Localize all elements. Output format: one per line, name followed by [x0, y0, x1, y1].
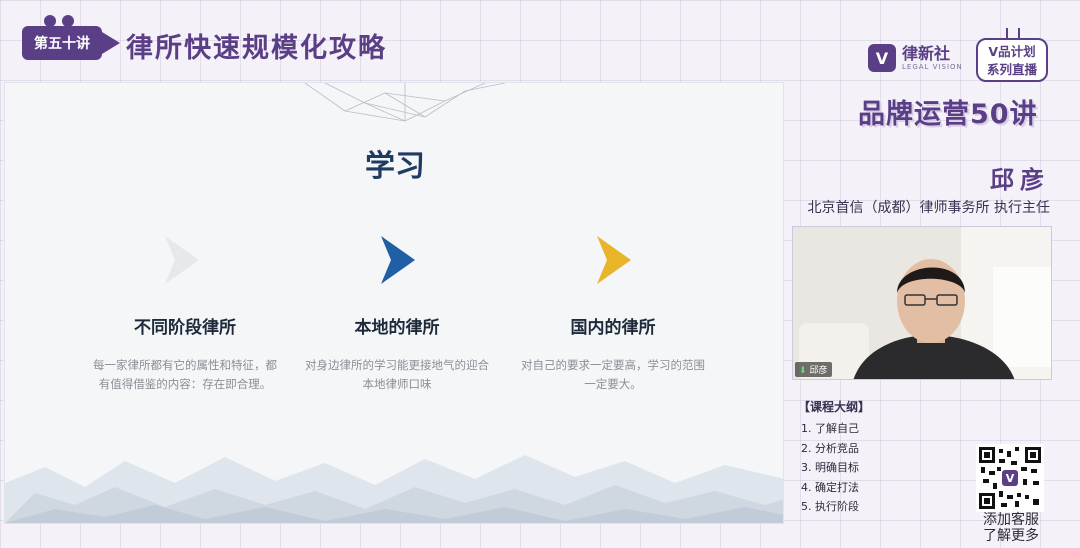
network-decoration-icon — [305, 83, 505, 122]
qr-code-icon: V — [979, 447, 1041, 509]
presentation-slide: 学习 不同阶段律所 每一家律所都有它的属性和特征，都有值得借鉴的内容：存在即合理… — [4, 82, 784, 524]
qr-caption-line2: 了解更多 — [983, 528, 1039, 544]
course-outline: 【课程大纲】 1. 了解自己 2. 分析竞品 3. 明确目标 4. 确定打法 5… — [798, 398, 870, 517]
brand-name: 律新社 — [902, 44, 951, 63]
chevron-grey-icon — [165, 236, 199, 284]
camera-lens-icon — [102, 32, 120, 54]
video-name-tag: ⬇ 邱彦 — [795, 362, 832, 377]
speaker-name: 邱彦 — [990, 166, 1050, 194]
live-badge-line1: V品计划 — [988, 44, 1036, 59]
timeline-arrow — [165, 236, 631, 284]
brand-logo: V 律新社 LEGAL VISION — [868, 44, 963, 72]
video-name-text: 邱彦 — [809, 366, 828, 376]
stage-heading: 国内的律所 — [570, 318, 656, 338]
lecture-number: 第五十讲 — [22, 26, 102, 60]
program-title: 品牌运营50讲 — [858, 99, 1038, 130]
tv-antenna-icon — [1006, 28, 1020, 38]
outline-heading: 【课程大纲】 — [798, 400, 871, 414]
stage-description: 对身边律所的学习能更接地气的迎合本地律师口味 — [305, 358, 489, 391]
qr-caption-line1: 添加客服 — [983, 512, 1039, 528]
stage-1: 不同阶段律所 每一家律所都有它的属性和特征，都有值得借鉴的内容：存在即合理。 — [85, 313, 285, 394]
live-series-badge: V品计划 系列直播 — [976, 28, 1048, 82]
low-poly-mountains-decoration — [5, 455, 783, 523]
outline-item: 2. 分析竞品 — [801, 441, 859, 455]
legal-vision-logo-icon: V — [868, 44, 896, 72]
speaker-video-feed[interactable]: ⬇ 邱彦 — [792, 226, 1052, 380]
mic-icon: ⬇ — [799, 366, 807, 376]
outline-item: 1. 了解自己 — [801, 422, 859, 435]
series-title: 律所快速规模化攻略 — [126, 33, 387, 64]
slide-title: 学习 — [365, 149, 425, 184]
stage-description: 每一家律所都有它的属性和特征，都有值得借鉴的内容：存在即合理。 — [93, 358, 277, 391]
speaker-video-image — [793, 227, 1051, 379]
lecture-badge: 第五十讲 — [22, 15, 120, 60]
speaker-title: 北京首信（成都）律师事务所 执行主任 — [807, 200, 1050, 216]
qr-caption: 添加客服 了解更多 — [966, 512, 1056, 544]
outline-item: 3. 明确目标 — [801, 461, 859, 474]
stage-3: 国内的律所 对自己的要求一定要高，学习的范围一定要大。 — [513, 313, 713, 394]
qr-logo-glyph: V — [1006, 472, 1015, 485]
stage-heading: 不同阶段律所 — [134, 318, 236, 338]
live-badge-line2: 系列直播 — [986, 62, 1037, 77]
stage-heading: 本地的律所 — [354, 318, 440, 338]
stage-2: 本地的律所 对身边律所的学习能更接地气的迎合本地律师口味 — [297, 313, 497, 394]
outline-item: 5. 执行阶段 — [801, 500, 859, 513]
stage-description: 对自己的要求一定要高，学习的范围一定要大。 — [521, 358, 705, 391]
brand-name-en: LEGAL VISION — [902, 63, 963, 71]
qr-code[interactable]: V — [976, 444, 1044, 512]
outline-item: 4. 确定打法 — [801, 480, 859, 494]
